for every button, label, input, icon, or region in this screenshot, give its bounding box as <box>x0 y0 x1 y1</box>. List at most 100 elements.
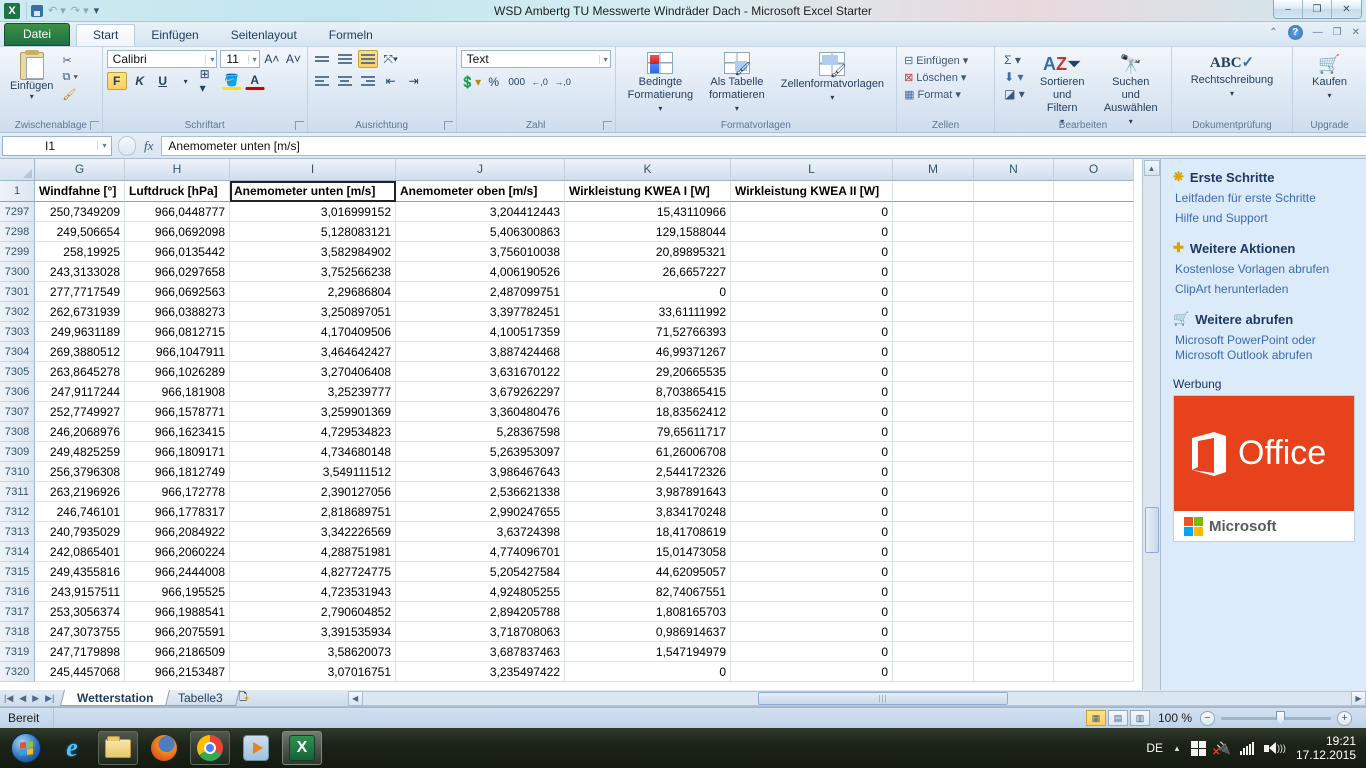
cell-J7316[interactable]: 4,924805255 <box>396 582 565 602</box>
cell-N7320[interactable] <box>974 662 1054 682</box>
cell-H7313[interactable]: 966,2084922 <box>125 522 230 542</box>
cell-N1[interactable] <box>974 181 1054 202</box>
cell-I7315[interactable]: 4,827724775 <box>230 562 396 582</box>
scroll-right-icon[interactable]: ▶ <box>1351 691 1366 706</box>
cell-I7318[interactable]: 3,391535934 <box>230 622 396 642</box>
cell-M7302[interactable] <box>893 302 974 322</box>
horizontal-scroll-thumb[interactable]: ||| <box>758 692 1008 705</box>
cell-K7316[interactable]: 82,74067551 <box>565 582 731 602</box>
cell-G7300[interactable]: 243,3133028 <box>35 262 125 282</box>
cell-H7298[interactable]: 966,0692098 <box>125 222 230 242</box>
vertical-scrollbar[interactable]: ▲ <box>1142 159 1160 690</box>
cell-J7303[interactable]: 4,100517359 <box>396 322 565 342</box>
ribbon-tab-datei[interactable]: Datei <box>4 23 70 46</box>
cut-icon[interactable]: ✂ <box>59 53 81 68</box>
cell-H7305[interactable]: 966,1026289 <box>125 362 230 382</box>
cell-I7320[interactable]: 3,07016751 <box>230 662 396 682</box>
cell-H7320[interactable]: 966,2153487 <box>125 662 230 682</box>
cell-N7313[interactable] <box>974 522 1054 542</box>
cell-G7313[interactable]: 240,7935029 <box>35 522 125 542</box>
cell-M7304[interactable] <box>893 342 974 362</box>
cell-O7297[interactable] <box>1054 202 1134 222</box>
taskpane-link[interactable]: Kostenlose Vorlagen abrufen <box>1175 262 1356 277</box>
cell-L7299[interactable]: 0 <box>731 242 893 262</box>
delete-cells-button[interactable]: ⊠Löschen ▾ <box>901 70 990 85</box>
cell-I7312[interactable]: 2,818689751 <box>230 502 396 522</box>
cell-H7304[interactable]: 966,1047911 <box>125 342 230 362</box>
cell-I7299[interactable]: 3,582984902 <box>230 242 396 262</box>
align-bottom-icon[interactable] <box>358 50 378 68</box>
zoom-out-icon[interactable]: − <box>1200 711 1215 726</box>
fill-icon[interactable]: ⬇ ▾ <box>1001 69 1028 85</box>
cell-H7309[interactable]: 966,1809171 <box>125 442 230 462</box>
cell-M7320[interactable] <box>893 662 974 682</box>
cell-O7320[interactable] <box>1054 662 1134 682</box>
cell-L7301[interactable]: 0 <box>731 282 893 302</box>
cell-N7302[interactable] <box>974 302 1054 322</box>
dialog-launcher-alignment[interactable] <box>444 121 453 130</box>
doc-close-icon[interactable]: ✕ <box>1352 27 1360 38</box>
name-box[interactable]: I1 ▾ <box>2 136 112 156</box>
cell-N7311[interactable] <box>974 482 1054 502</box>
cell-I7311[interactable]: 2,390127056 <box>230 482 396 502</box>
cell-M7318[interactable] <box>893 622 974 642</box>
cell-H7319[interactable]: 966,2186509 <box>125 642 230 662</box>
cell-N7319[interactable] <box>974 642 1054 662</box>
row-header-7310[interactable]: 7310 <box>0 462 35 482</box>
row-header-7297[interactable]: 7297 <box>0 202 35 222</box>
cell-J7317[interactable]: 2,894205788 <box>396 602 565 622</box>
sheet-tab-wetterstation[interactable]: Wetterstation <box>60 690 170 706</box>
cell-O7316[interactable] <box>1054 582 1134 602</box>
horizontal-scroll-track[interactable]: ||| <box>363 691 1351 706</box>
cell-M7319[interactable] <box>893 642 974 662</box>
row-header-7308[interactable]: 7308 <box>0 422 35 442</box>
cell-G7316[interactable]: 243,9157511 <box>35 582 125 602</box>
sheet-tab-tabelle3[interactable]: Tabelle3 <box>161 690 240 706</box>
cell-K7297[interactable]: 15,43110966 <box>565 202 731 222</box>
cell-M7297[interactable] <box>893 202 974 222</box>
cell-I1[interactable]: Anemometer unten [m/s] <box>230 181 396 202</box>
cell-N7300[interactable] <box>974 262 1054 282</box>
row-header-7298[interactable]: 7298 <box>0 222 35 242</box>
dialog-launcher-clipboard[interactable] <box>90 121 99 130</box>
increase-indent-icon[interactable]: ⇥ <box>404 72 424 90</box>
cell-N7314[interactable] <box>974 542 1054 562</box>
cell-N7298[interactable] <box>974 222 1054 242</box>
cell-J7309[interactable]: 5,263953097 <box>396 442 565 462</box>
conditional-formatting-button[interactable]: Bedingte Formatierung▾ <box>620 50 701 117</box>
cell-L7318[interactable]: 0 <box>731 622 893 642</box>
bold-button[interactable]: F <box>107 72 127 90</box>
close-button[interactable]: ✕ <box>1332 0 1361 18</box>
scroll-left-icon[interactable]: ◀ <box>348 691 363 706</box>
column-header-K[interactable]: K <box>565 159 731 181</box>
restore-button[interactable]: ❐ <box>1303 0 1332 18</box>
start-button-icon[interactable] <box>6 731 46 765</box>
cell-K7318[interactable]: 0,986914637 <box>565 622 731 642</box>
cell-K7303[interactable]: 71,52766393 <box>565 322 731 342</box>
minimize-button[interactable]: – <box>1274 0 1303 18</box>
cell-L7312[interactable]: 0 <box>731 502 893 522</box>
cell-G7319[interactable]: 247,7179898 <box>35 642 125 662</box>
cell-H7312[interactable]: 966,1778317 <box>125 502 230 522</box>
cell-H7311[interactable]: 966,172778 <box>125 482 230 502</box>
cell-I7301[interactable]: 2,29686804 <box>230 282 396 302</box>
cell-G1[interactable]: Windfahne [°] <box>35 181 125 202</box>
cell-I7308[interactable]: 4,729534823 <box>230 422 396 442</box>
cell-K7307[interactable]: 18,83562412 <box>565 402 731 422</box>
row-header-7307[interactable]: 7307 <box>0 402 35 422</box>
ribbon-tab-formeln[interactable]: Formeln <box>313 25 389 46</box>
cell-G7299[interactable]: 258,19925 <box>35 242 125 262</box>
cell-O7309[interactable] <box>1054 442 1134 462</box>
cell-J7297[interactable]: 3,204412443 <box>396 202 565 222</box>
windows-explorer-icon[interactable] <box>98 731 138 765</box>
underline-button[interactable]: U <box>153 72 173 90</box>
cell-L7311[interactable]: 0 <box>731 482 893 502</box>
cell-N7303[interactable] <box>974 322 1054 342</box>
cell-J7301[interactable]: 2,487099751 <box>396 282 565 302</box>
cell-O7298[interactable] <box>1054 222 1134 242</box>
cell-L7319[interactable]: 0 <box>731 642 893 662</box>
fill-color-icon[interactable]: 🪣 <box>222 72 242 90</box>
cell-J7315[interactable]: 5,205427584 <box>396 562 565 582</box>
cell-N7301[interactable] <box>974 282 1054 302</box>
office-ad[interactable]: Office Microsoft <box>1173 395 1355 542</box>
